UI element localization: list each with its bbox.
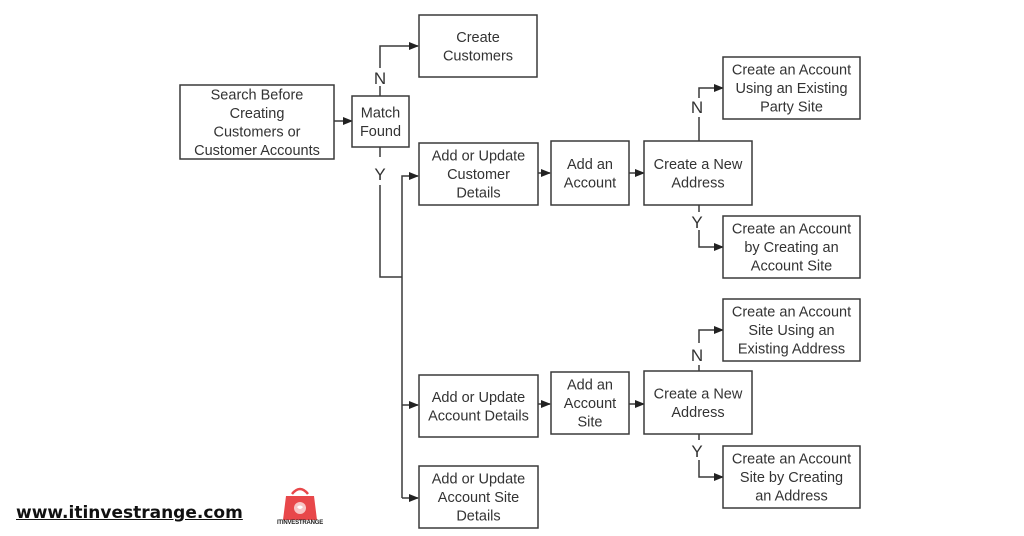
node-label-line: Create — [456, 30, 500, 46]
node-label-line: Creating — [230, 106, 285, 122]
node-label-line: Customers — [443, 48, 513, 64]
edge-to-create-site — [698, 230, 724, 251]
node-label-line: Account Details — [428, 408, 529, 424]
node-add-account: Add an Account — [550, 140, 630, 206]
node-label-line: Create an Account — [732, 222, 851, 238]
node-box — [550, 140, 630, 206]
node-label-line: an Address — [755, 489, 828, 505]
node-label-line: Site Using an — [748, 323, 834, 339]
node-label-line: Add an — [567, 378, 613, 394]
node-box — [418, 374, 539, 438]
node-search: Search Before Creating Customers or Custome… — [179, 84, 335, 160]
node-box — [643, 140, 753, 206]
node-label-line: by Creating an — [744, 240, 838, 256]
node-label-line: Details — [456, 186, 500, 202]
edge-to-update-customer — [401, 172, 419, 498]
node-label-line: Address — [671, 405, 724, 421]
node-label-line: Account — [564, 175, 616, 191]
node-update-account-site: Add or Update Account Site Details — [418, 465, 539, 529]
shopping-bag-icon — [283, 487, 317, 520]
node-site-existing-address: Create an Account Site Using an Existing A… — [722, 298, 861, 362]
node-add-account-site: Add an Account Site — [550, 371, 630, 435]
node-label-line: Add or Update — [432, 390, 526, 406]
edge-label-yes: Y — [691, 442, 702, 461]
edge-label-yes: Y — [374, 165, 385, 184]
node-label-line: Using an Existing — [735, 81, 847, 97]
node-update-account: Add or Update Account Details — [418, 374, 539, 438]
node-update-customer: Add or Update Customer Details — [418, 142, 539, 206]
node-new-address-2: Create a New Address — [643, 370, 753, 435]
edge-label-yes: Y — [691, 213, 702, 232]
node-label-line: Create a New — [654, 157, 743, 173]
edge-to-create-address — [698, 460, 724, 481]
node-label-line: Details — [456, 509, 500, 525]
node-label-line: Address — [671, 175, 724, 191]
brand-logo: ITINVESTRANGE — [262, 486, 338, 530]
node-label-line: Match — [361, 105, 401, 121]
node-label-line: Existing Address — [738, 342, 845, 358]
node-create-customers: Create Customers — [418, 14, 538, 78]
node-label-line: Party Site — [760, 100, 823, 116]
edge-label-no: N — [374, 69, 386, 88]
logo-text: ITINVESTRANGE — [276, 520, 324, 526]
node-label-line: Account Site — [438, 490, 519, 506]
edge-to-existing-party — [698, 84, 724, 98]
edge-label-no: N — [691, 346, 703, 365]
node-label-line: Add or Update — [432, 472, 526, 488]
node-label-line: Search Before — [211, 87, 304, 103]
edge-label-no: N — [691, 98, 703, 117]
node-label-line: Site by Creating — [740, 470, 843, 486]
node-box — [643, 370, 753, 435]
node-match: Match Found — [351, 95, 410, 148]
node-label-line: Found — [360, 124, 401, 140]
node-label-line: Create an Account — [732, 452, 851, 468]
edge-to-existing-address — [698, 326, 724, 343]
edge-match-y-trunk — [379, 185, 402, 278]
node-label-line: Add an — [567, 157, 613, 173]
node-label-line: Account Site — [751, 259, 832, 275]
flowchart: N Y N Y N Y Search Before Creating Custome… — [179, 14, 861, 529]
node-new-address-1: Create a New Address — [643, 140, 753, 206]
node-label-line: Create an Account — [732, 305, 851, 321]
node-label-line: Customer Accounts — [194, 143, 320, 159]
node-label-line: Customers or — [213, 124, 300, 140]
node-acct-create-site: Create an Account by Creating an Account S… — [722, 215, 861, 279]
node-label-line: Create an Account — [732, 63, 851, 79]
node-label-line: Account — [564, 396, 616, 412]
node-label-line: Customer — [447, 167, 510, 183]
edge-match-to-create-customers — [379, 42, 419, 68]
website-url[interactable]: www.itinvestrange.com — [16, 503, 243, 523]
node-label-line: Add or Update — [432, 149, 526, 165]
node-site-create-address: Create an Account Site by Creating an Addr… — [722, 445, 861, 509]
node-label-line: Create a New — [654, 386, 743, 402]
node-acct-existing-party: Create an Account Using an Existing Party … — [722, 56, 861, 120]
node-label-line: Site — [578, 415, 603, 431]
node-box — [418, 14, 538, 78]
